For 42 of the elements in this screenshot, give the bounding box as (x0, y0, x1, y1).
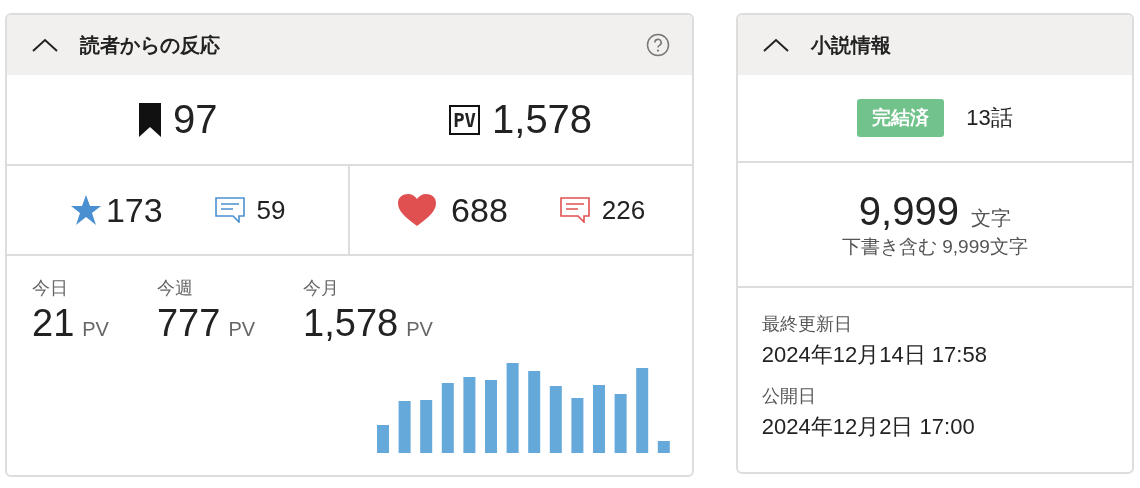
pv-unit: PV (406, 318, 433, 340)
chart-bar (420, 400, 433, 453)
chart-bar (377, 425, 389, 453)
pv-value: 777 (156, 302, 221, 344)
episode-count: 13話 (966, 104, 1013, 132)
comment-count: 226 (601, 194, 646, 226)
status-badge: 完結済 (857, 99, 945, 137)
chevron-up-icon[interactable] (32, 38, 58, 52)
date-label: 最終更新日 (761, 313, 853, 336)
comment-count: 59 (256, 194, 286, 226)
comment-icon (214, 197, 245, 223)
period-label: 今月 (303, 277, 341, 300)
date-value: 2024年12月2日 17:00 (761, 413, 976, 441)
bookmark-count: 97 (172, 97, 218, 142)
star-count: 173 (105, 190, 163, 230)
character-unit: 文字 (970, 207, 1011, 229)
chart-bar (614, 394, 627, 453)
period-label: 今日 (32, 277, 69, 300)
date-label: 公開日 (761, 385, 817, 408)
panel-title: 読者からの反応 (80, 32, 221, 58)
chevron-up-icon[interactable] (762, 38, 789, 52)
pv-unit: PV (228, 318, 256, 340)
bookmark-icon (138, 102, 161, 137)
pv-value: 21 (32, 302, 75, 344)
pv-value: 1,578 (303, 302, 399, 344)
pv-unit: PV (82, 318, 109, 340)
period-label: 今週 (156, 277, 194, 300)
help-icon[interactable] (645, 33, 670, 57)
chart-bar (657, 441, 670, 453)
chart-bar (441, 383, 454, 453)
character-count: 9,999 (858, 189, 959, 233)
heart-count: 688 (451, 190, 508, 230)
chart-bar (398, 401, 411, 453)
chart-bar (571, 398, 584, 453)
draft-character-count: 下書き含む 9,999文字 (842, 235, 1028, 259)
date-value: 2024年12月14日 17:58 (761, 341, 988, 369)
chart-bar (593, 385, 605, 453)
comment-icon (559, 197, 590, 223)
pv-count: 1,578 (492, 97, 593, 142)
pv-mark: PV (449, 104, 480, 135)
panel-title: 小説情報 (810, 32, 892, 58)
chart-bar (549, 386, 562, 453)
